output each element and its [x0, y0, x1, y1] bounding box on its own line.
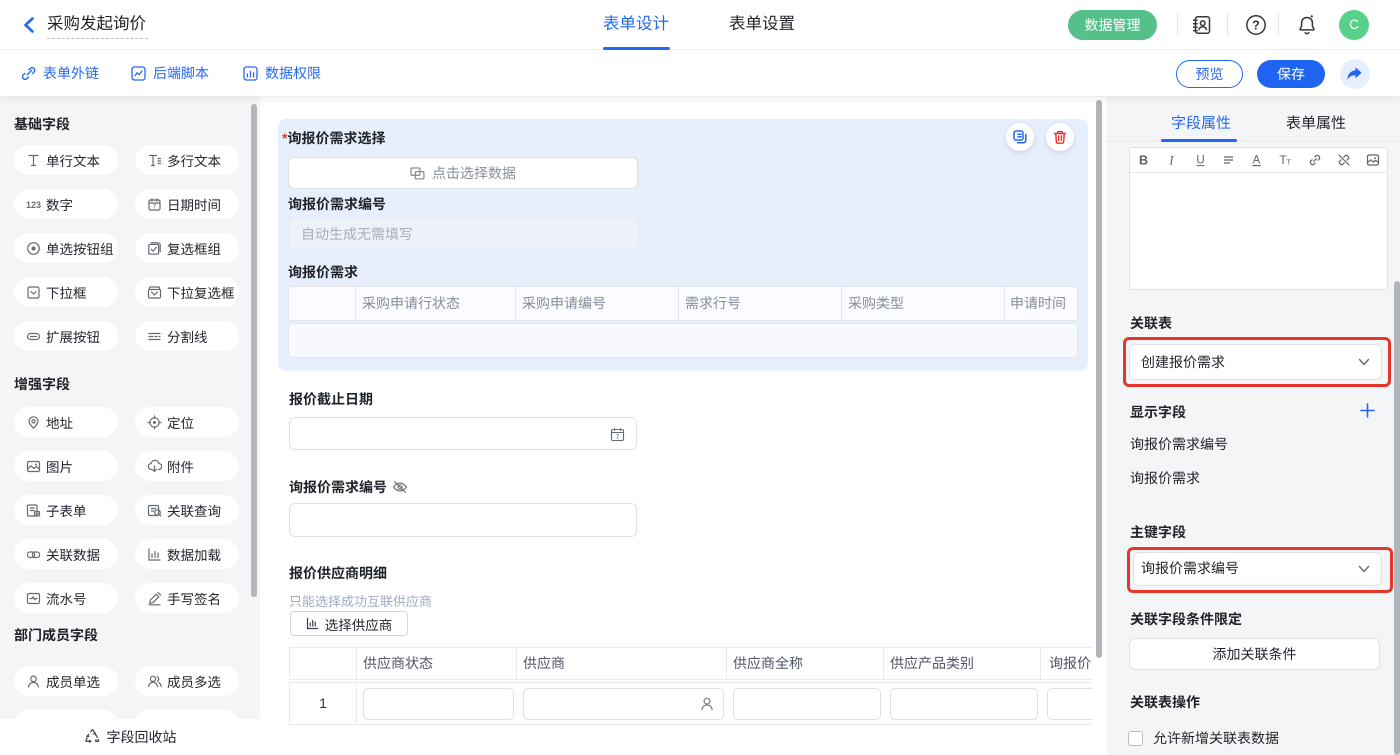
svg-text:7: 7 [616, 434, 620, 441]
svg-text:I: I [1169, 154, 1175, 168]
svg-text:7: 7 [153, 203, 157, 210]
svg-text:T: T [1287, 158, 1292, 167]
svg-text:123: 123 [26, 200, 41, 210]
svg-text:B: B [1139, 154, 1148, 168]
svg-text:?: ? [1252, 18, 1260, 32]
svg-text:U: U [1196, 155, 1204, 167]
svg-text:A: A [1253, 155, 1261, 167]
